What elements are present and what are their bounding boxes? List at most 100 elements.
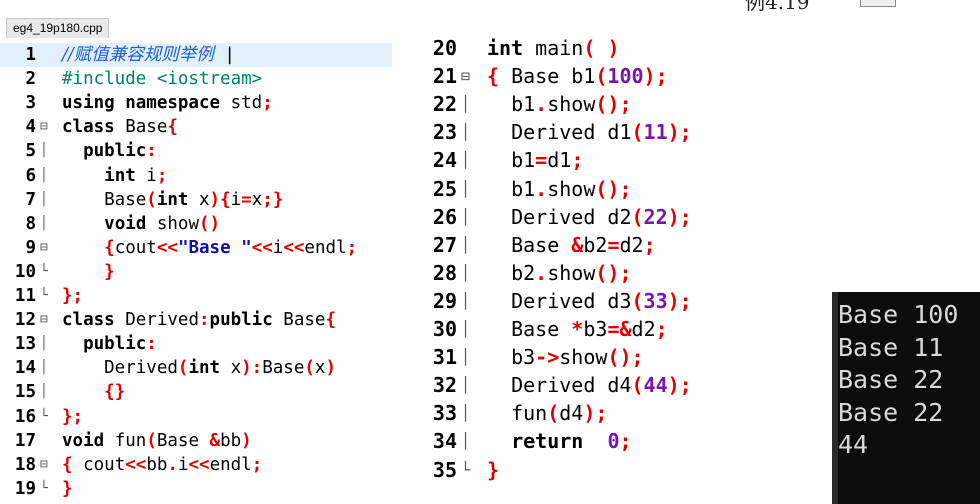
fold-guide: │: [461, 263, 471, 282]
code-token: d2: [619, 232, 644, 257]
code-token: //赋值兼容规则举例: [62, 45, 214, 65]
code-line[interactable]: 26 │ Derived d2(22);: [425, 203, 725, 231]
fold-toggle-icon[interactable]: ⊟: [40, 236, 52, 260]
code-token: );: [667, 204, 692, 229]
code-editor-right[interactable]: 20 int main( ) 21 ⊟{ Base b1(100); 22 │ b1.sh…: [425, 34, 725, 490]
code-token: b2: [487, 260, 536, 285]
code-line[interactable]: 5 │ public:: [0, 139, 392, 163]
line-number: 24: [432, 148, 457, 173]
code-token: Base b1: [499, 64, 596, 89]
code-line[interactable]: 4 ⊟ class Base{: [0, 115, 392, 139]
code-text: b3->show();: [487, 343, 643, 371]
code-token: i: [272, 237, 284, 258]
code-token: .: [535, 176, 548, 201]
code-line[interactable]: 28 │ b2.show();: [425, 259, 725, 287]
code-line[interactable]: 32 │ Derived d4(44);: [425, 371, 725, 399]
code-line[interactable]: 9 ⊟ {cout<<"Base "<<i<<endl;: [0, 236, 392, 260]
code-line[interactable]: 29 │ Derived d3(33);: [425, 287, 725, 315]
console-line: Base 22: [838, 365, 944, 394]
fold-guide: │: [40, 167, 48, 183]
code-token: Base: [62, 189, 147, 210]
code-text: return 0;: [487, 427, 632, 455]
code-line[interactable]: 24 │ b1=d1;: [425, 146, 725, 174]
code-line[interactable]: 19 └}: [0, 477, 392, 501]
code-token: 44: [643, 373, 668, 398]
line-number: 35: [432, 457, 457, 482]
code-token: 0: [607, 429, 620, 454]
line-number: 8: [25, 213, 36, 234]
code-token: <<: [188, 454, 210, 475]
code-token: (: [631, 373, 644, 398]
code-line[interactable]: 14 │ Derived(int x):Base(x): [0, 356, 392, 380]
code-line[interactable]: 2 #include <iostream>: [0, 67, 392, 91]
fold-guide: │: [40, 215, 48, 231]
code-line[interactable]: 15 │ {}: [0, 380, 392, 404]
code-line[interactable]: 23 │ Derived d1(11);: [425, 118, 725, 146]
code-line[interactable]: 31 │ b3->show();: [425, 343, 725, 371]
line-number: 12: [14, 310, 36, 331]
code-token: (: [631, 204, 644, 229]
code-line[interactable]: 13 │ public:: [0, 332, 392, 356]
code-token: ;: [655, 317, 668, 341]
code-line[interactable]: 20 int main( ): [425, 34, 725, 62]
code-token: int: [156, 189, 189, 210]
fold-guide: │: [40, 191, 48, 207]
code-token: (: [304, 358, 315, 379]
code-token: bb: [146, 454, 168, 475]
line-number: 29: [432, 288, 457, 313]
code-token: *: [571, 317, 584, 341]
code-token: Base: [487, 317, 572, 341]
line-number: 5: [25, 141, 36, 162]
code-line[interactable]: 10 └ }: [0, 260, 392, 284]
code-line[interactable]: 27 │ Base &b2=d2;: [425, 231, 725, 259]
code-token: fun: [104, 430, 147, 451]
code-token: <<: [251, 237, 273, 258]
code-token: ;: [619, 429, 632, 454]
code-token: Derived d3: [487, 288, 632, 313]
line-number: 20: [432, 36, 457, 60]
fold-toggle-icon[interactable]: ⊟: [40, 453, 52, 477]
code-line[interactable]: 17 void fun(Base &bb): [0, 429, 392, 453]
fold-guide: │: [461, 179, 471, 198]
console-line: Base 11: [838, 332, 944, 362]
code-line[interactable]: 34 │ return 0;: [425, 427, 725, 455]
code-token: {: [325, 310, 336, 331]
code-line[interactable]: 3 using namespace std;: [0, 91, 392, 115]
code-line[interactable]: 35 └}: [425, 456, 725, 484]
code-token: (: [595, 64, 608, 89]
fold-guide: │: [461, 291, 471, 310]
fold-guide: │: [461, 235, 471, 254]
line-number: 17: [14, 430, 36, 451]
line-number: 21: [432, 64, 457, 89]
code-editor-left[interactable]: 1 //赋值兼容规则举例 | 2 #include <iostream> 3 using …: [0, 40, 392, 504]
code-text: void show(): [62, 212, 220, 236]
code-text: Derived d4(44);: [487, 371, 692, 399]
fold-toggle-icon[interactable]: ⊟: [40, 308, 52, 332]
code-line[interactable]: 16 └};: [0, 405, 392, 429]
code-token: {: [62, 454, 73, 475]
code-token: Derived d1: [487, 120, 632, 145]
file-tab[interactable]: eg4_19p180.cpp: [6, 18, 110, 38]
code-line[interactable]: 18 ⊟{ cout<<bb.i<<endl;: [0, 453, 392, 477]
code-line[interactable]: 12 ⊟ class Derived:public Base{: [0, 308, 392, 332]
fold-toggle-icon[interactable]: ⊟: [461, 62, 475, 90]
code-token: "Base ": [177, 237, 252, 258]
fold-toggle-icon[interactable]: ⊟: [40, 115, 52, 139]
code-line[interactable]: 6 │ int i;: [0, 164, 392, 188]
code-line[interactable]: 30 │ Base *b3=&d2;: [425, 315, 725, 343]
code-token: main: [523, 36, 584, 60]
code-token: }: [62, 478, 73, 499]
code-line[interactable]: 25 │ b1.show();: [425, 175, 725, 203]
code-line[interactable]: 8 │ void show(): [0, 212, 392, 236]
code-line[interactable]: 1 //赋值兼容规则举例 |: [0, 43, 392, 67]
code-line[interactable]: 7 │ Base(int x){i=x;}: [0, 188, 392, 212]
code-line[interactable]: 21 ⊟ { Base b1(100);: [425, 62, 725, 90]
code-line[interactable]: 22 │ b1.show();: [425, 90, 725, 118]
code-line[interactable]: 11 └};: [0, 284, 392, 308]
fold-guide: │: [461, 207, 471, 226]
code-token: .: [535, 260, 548, 285]
code-line[interactable]: 33 │ fun(d4);: [425, 399, 725, 427]
